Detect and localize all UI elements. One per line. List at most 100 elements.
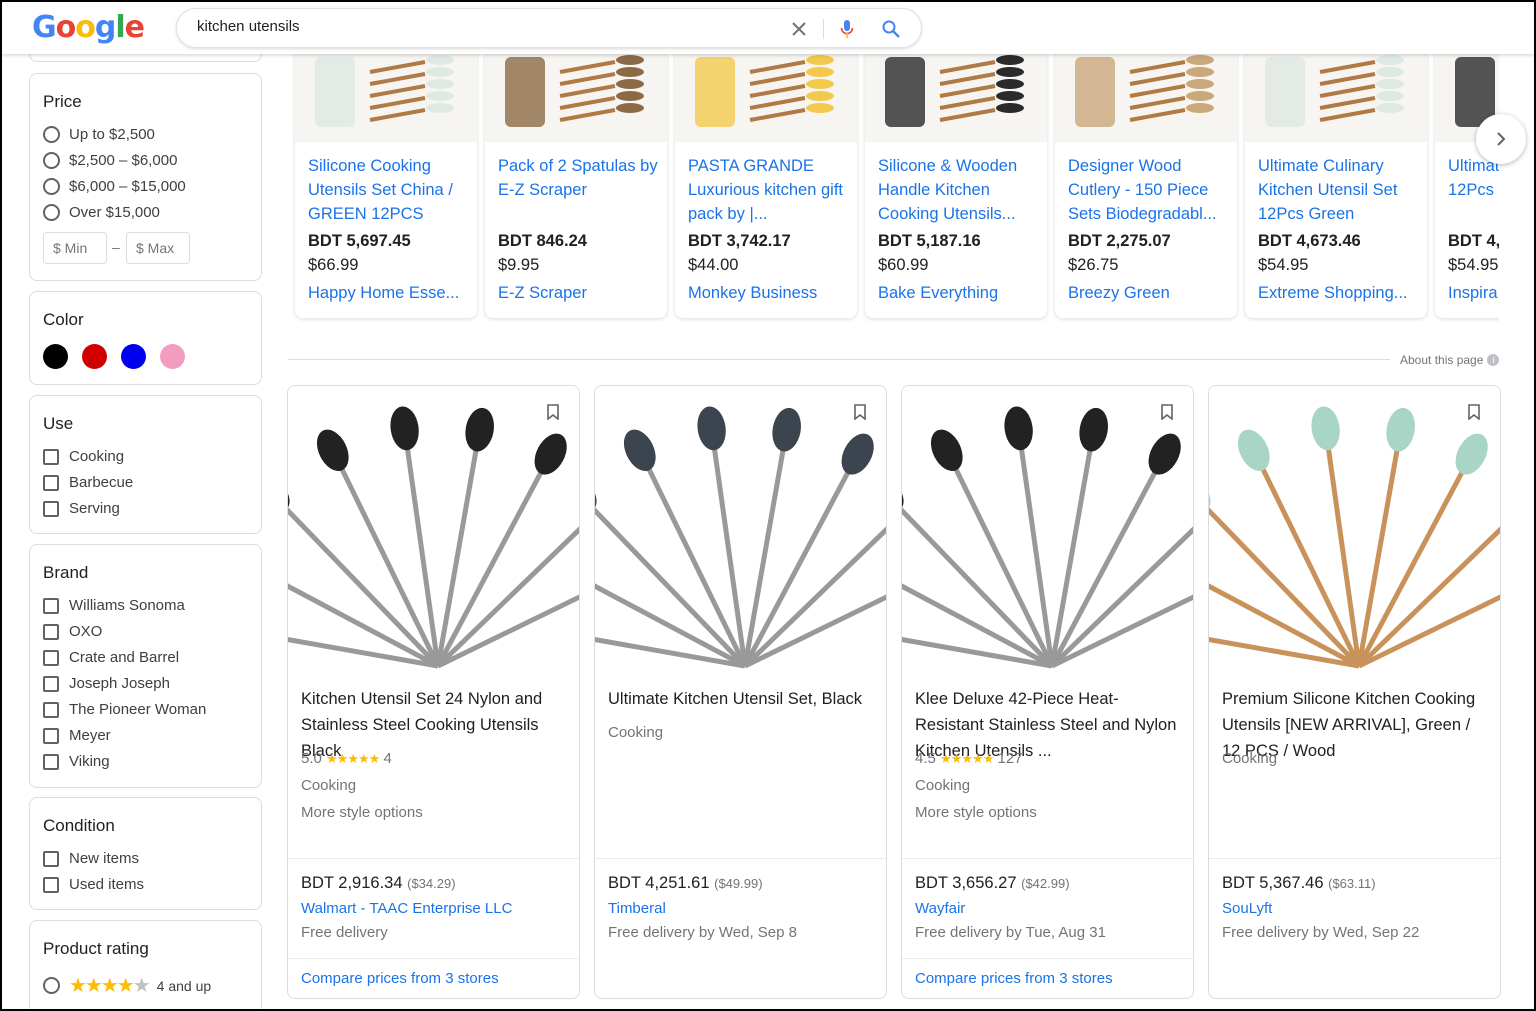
radio[interactable] bbox=[43, 178, 60, 195]
checkbox[interactable] bbox=[43, 727, 59, 744]
store-link[interactable]: Timberal bbox=[608, 900, 666, 917]
compare-prices-link[interactable]: Compare prices from 3 stores bbox=[915, 970, 1113, 987]
close-icon[interactable] bbox=[787, 17, 811, 41]
use-option[interactable]: Serving bbox=[43, 500, 120, 517]
bookmark-icon[interactable] bbox=[1155, 400, 1179, 424]
usd-price: $44.00 bbox=[688, 256, 739, 274]
product-image[interactable] bbox=[1209, 386, 1500, 678]
price-option[interactable]: $2,500 – $6,000 bbox=[43, 152, 177, 169]
price-option[interactable]: Up to $2,500 bbox=[43, 126, 155, 143]
radio[interactable] bbox=[43, 152, 60, 169]
product-image[interactable] bbox=[595, 386, 886, 678]
store-link[interactable]: E-Z Scraper bbox=[498, 284, 587, 303]
swatch-pink[interactable] bbox=[160, 344, 185, 369]
search-input[interactable] bbox=[197, 18, 757, 35]
product-title-link[interactable]: Ultimate Culinary Kitchen Utensil Set 12… bbox=[1258, 154, 1418, 226]
store-link[interactable]: Extreme Shopping... bbox=[1258, 284, 1408, 303]
store-link[interactable]: SouLyft bbox=[1222, 900, 1272, 917]
swatch-black[interactable] bbox=[43, 344, 68, 369]
condition-option[interactable]: New items bbox=[43, 850, 139, 867]
more-style-options-link[interactable]: More style options bbox=[301, 804, 423, 821]
store-link[interactable]: Happy Home Esse... bbox=[308, 284, 459, 303]
product-title-link[interactable]: Silicone Cooking Utensils Set China / GR… bbox=[308, 154, 468, 226]
product-image[interactable] bbox=[288, 386, 579, 678]
price-title: Price bbox=[43, 92, 82, 111]
checkbox[interactable] bbox=[43, 623, 59, 640]
product-image[interactable] bbox=[865, 42, 1047, 142]
more-style-options-link[interactable]: More style options bbox=[915, 804, 1037, 821]
carousel-card[interactable]: Ultimate Culinary Kitchen Utensil Set 12… bbox=[1245, 42, 1427, 318]
checkbox[interactable] bbox=[43, 876, 59, 893]
checkbox[interactable] bbox=[43, 448, 59, 465]
carousel-card[interactable]: Silicone & Wooden Handle Kitchen Cooking… bbox=[865, 42, 1047, 318]
brand-option[interactable]: Viking bbox=[43, 753, 110, 770]
brand-option[interactable]: OXO bbox=[43, 623, 102, 640]
brand-option[interactable]: Joseph Joseph bbox=[43, 675, 170, 692]
carousel-card[interactable]: Designer Wood Cutlery - 150 Piece Sets B… bbox=[1055, 42, 1237, 318]
about-label: About this page bbox=[1400, 353, 1484, 367]
brand-option[interactable]: Williams Sonoma bbox=[43, 597, 185, 614]
product-image[interactable] bbox=[1055, 42, 1237, 142]
color-title: Color bbox=[43, 310, 84, 329]
checkbox[interactable] bbox=[43, 649, 59, 666]
checkbox[interactable] bbox=[43, 474, 59, 491]
bookmark-icon[interactable] bbox=[1462, 400, 1486, 424]
checkbox[interactable] bbox=[43, 500, 59, 517]
brand-option[interactable]: Crate and Barrel bbox=[43, 649, 179, 666]
product-image[interactable] bbox=[295, 42, 477, 142]
product-card[interactable]: Ultimate Kitchen Utensil Set, Black Cook… bbox=[594, 385, 887, 999]
store-link[interactable]: Bake Everything bbox=[878, 284, 998, 303]
carousel-card[interactable]: Pack of 2 Spatulas by E-Z Scraper BDT 84… bbox=[485, 42, 667, 318]
price-option[interactable]: $6,000 – $15,000 bbox=[43, 178, 186, 195]
carousel-next-button[interactable] bbox=[1476, 114, 1526, 164]
product-card[interactable]: Klee Deluxe 42-Piece Heat-Resistant Stai… bbox=[901, 385, 1194, 999]
carousel-card[interactable]: Silicone Cooking Utensils Set China / GR… bbox=[295, 42, 477, 318]
use-option[interactable]: Cooking bbox=[43, 448, 124, 465]
product-card[interactable]: Premium Silicone Kitchen Cooking Utensil… bbox=[1208, 385, 1501, 999]
use-option[interactable]: Barbecue bbox=[43, 474, 133, 491]
rating-option[interactable]: ★★★★★ 4 and up bbox=[43, 973, 211, 998]
checkbox[interactable] bbox=[43, 850, 59, 867]
price: BDT 3,742.17 bbox=[688, 232, 791, 250]
product-image[interactable] bbox=[675, 42, 857, 142]
swatch-blue[interactable] bbox=[121, 344, 146, 369]
brand-option[interactable]: The Pioneer Woman bbox=[43, 701, 206, 718]
store-link[interactable]: Monkey Business bbox=[688, 284, 817, 303]
product-title-link[interactable]: Silicone & Wooden Handle Kitchen Cooking… bbox=[878, 154, 1038, 226]
checkbox[interactable] bbox=[43, 675, 59, 692]
brand-option[interactable]: Meyer bbox=[43, 727, 111, 744]
radio[interactable] bbox=[43, 126, 60, 143]
store-link[interactable]: Breezy Green bbox=[1068, 284, 1170, 303]
carousel-card[interactable]: PASTA GRANDE Luxurious kitchen gift pack… bbox=[675, 42, 857, 318]
price-option[interactable]: Over $15,000 bbox=[43, 204, 160, 221]
product-image[interactable] bbox=[902, 386, 1193, 678]
bookmark-icon[interactable] bbox=[848, 400, 872, 424]
max-price-input[interactable] bbox=[126, 232, 190, 264]
condition-option[interactable]: Used items bbox=[43, 876, 144, 893]
divider bbox=[288, 359, 1390, 360]
compare-prices-link[interactable]: Compare prices from 3 stores bbox=[301, 970, 499, 987]
google-doodle-logo[interactable]: Google bbox=[32, 10, 145, 45]
store-link[interactable]: Walmart - TAAC Enterprise LLC bbox=[301, 900, 512, 917]
checkbox[interactable] bbox=[43, 753, 59, 770]
min-price-input[interactable] bbox=[43, 232, 107, 264]
about-this-page-link[interactable]: About this page i bbox=[1400, 353, 1500, 367]
radio[interactable] bbox=[43, 204, 60, 221]
checkbox[interactable] bbox=[43, 597, 59, 614]
carousel-card[interactable]: Ultimate Kitchen 12Pcs BDT 4, $54.95 Ins… bbox=[1435, 42, 1499, 318]
checkbox[interactable] bbox=[43, 701, 59, 718]
product-title-link[interactable]: Designer Wood Cutlery - 150 Piece Sets B… bbox=[1068, 154, 1228, 226]
product-title-link[interactable]: PASTA GRANDE Luxurious kitchen gift pack… bbox=[688, 154, 848, 226]
radio[interactable] bbox=[43, 977, 60, 994]
swatch-red[interactable] bbox=[82, 344, 107, 369]
product-image[interactable] bbox=[485, 42, 667, 142]
store-link[interactable]: Inspira bbox=[1448, 284, 1498, 303]
product-title-link[interactable]: Pack of 2 Spatulas by E-Z Scraper bbox=[498, 154, 658, 202]
product-title[interactable]: Ultimate Kitchen Utensil Set, Black bbox=[608, 686, 878, 712]
mic-icon[interactable] bbox=[835, 17, 859, 41]
product-image[interactable] bbox=[1245, 42, 1427, 142]
bookmark-icon[interactable] bbox=[541, 400, 565, 424]
product-card[interactable]: Kitchen Utensil Set 24 Nylon and Stainle… bbox=[287, 385, 580, 999]
search-icon[interactable] bbox=[879, 17, 903, 41]
store-link[interactable]: Wayfair bbox=[915, 900, 965, 917]
